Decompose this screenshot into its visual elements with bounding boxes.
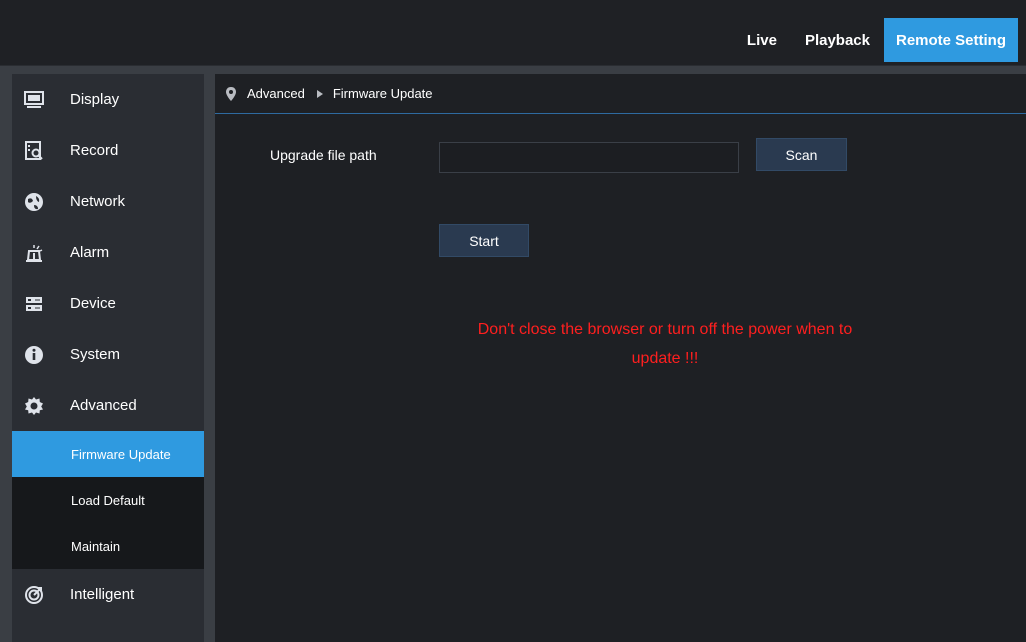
scan-button[interactable]: Scan <box>756 138 847 171</box>
frame-left <box>0 66 12 642</box>
main-content: Advanced Firmware Update Upgrade file pa… <box>215 74 1026 642</box>
location-pin-icon <box>225 86 237 101</box>
sidebar-item-device[interactable]: Device <box>12 278 204 329</box>
update-warning-message: Don't close the browser or turn off the … <box>385 315 945 373</box>
frame-top <box>0 66 1026 74</box>
gear-icon <box>24 396 44 416</box>
advanced-submenu: Firmware Update Load Default Maintain <box>12 431 204 569</box>
sidebar-item-alarm[interactable]: Alarm <box>12 227 204 278</box>
sidebar-item-intelligent[interactable]: Intelligent <box>12 569 204 620</box>
sidebar-item-label: Network <box>70 193 126 210</box>
sidebar-item-label: Alarm <box>70 244 110 261</box>
frame-divider <box>204 66 215 642</box>
record-icon <box>24 140 44 161</box>
info-icon <box>24 345 44 365</box>
sidebar-subitem-firmware-update[interactable]: Firmware Update <box>12 431 204 477</box>
warning-line-1: Don't close the browser or turn off the … <box>477 321 853 338</box>
sidebar-item-label: System <box>70 346 121 363</box>
network-icon <box>24 192 44 212</box>
top-bar: Live Playback Remote Setting <box>0 0 1026 66</box>
app-window: Live Playback Remote Setting Display Rec… <box>0 0 1026 642</box>
tab-remote-setting[interactable]: Remote Setting <box>883 18 1018 62</box>
breadcrumb-section[interactable]: Advanced <box>247 86 305 101</box>
subitem-label: Load Default <box>71 492 145 508</box>
sidebar-item-label: Record <box>70 142 119 159</box>
sidebar-item-label: Display <box>70 91 120 108</box>
monitor-icon <box>24 90 44 110</box>
warning-line-2: update !!! <box>631 350 699 367</box>
sidebar-item-record[interactable]: Record <box>12 125 204 176</box>
device-icon <box>24 294 44 314</box>
alarm-icon <box>24 243 44 263</box>
sidebar-item-label: Device <box>70 295 116 312</box>
sidebar-item-display[interactable]: Display <box>12 74 204 125</box>
upgrade-path-input[interactable] <box>439 142 739 173</box>
breadcrumb-current-page: Firmware Update <box>332 86 433 101</box>
sidebar-item-network[interactable]: Network <box>12 176 204 227</box>
sidebar-item-advanced[interactable]: Advanced <box>12 380 204 431</box>
start-button[interactable]: Start <box>439 224 529 257</box>
sidebar-subitem-load-default[interactable]: Load Default <box>12 477 204 523</box>
sidebar-item-label: Intelligent <box>70 586 135 603</box>
tab-playback[interactable]: Playback <box>791 18 884 62</box>
breadcrumb: Advanced Firmware Update <box>215 74 1026 114</box>
sidebar-item-label: Advanced <box>70 397 137 414</box>
breadcrumb-arrow-icon <box>316 89 323 98</box>
upgrade-path-label: Upgrade file path <box>270 147 377 163</box>
subitem-label: Firmware Update <box>71 446 171 462</box>
intelligent-icon <box>24 585 44 605</box>
top-navigation: Live Playback Remote Setting <box>733 18 1018 62</box>
subitem-label: Maintain <box>71 538 121 554</box>
sidebar-subitem-maintain[interactable]: Maintain <box>12 523 204 569</box>
sidebar: Display Record Network Alarm Device Syst… <box>12 74 204 642</box>
sidebar-item-system[interactable]: System <box>12 329 204 380</box>
tab-live[interactable]: Live <box>733 18 791 62</box>
